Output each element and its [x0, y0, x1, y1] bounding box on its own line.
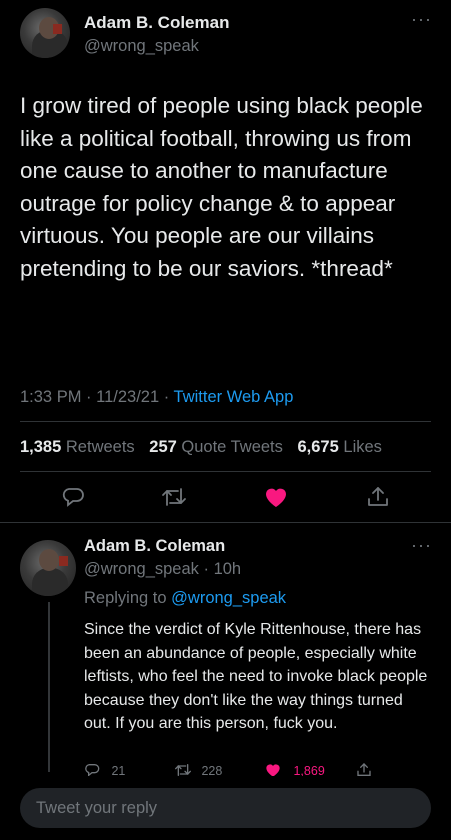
avatar-head-shape	[39, 549, 59, 571]
reply-handle-line: @wrong_speak · 10h	[84, 560, 241, 579]
thread-connector-line	[48, 602, 50, 772]
author-name[interactable]: Adam B. Coleman	[84, 13, 229, 33]
tweet-stats: 1,385 Retweets 257 Quote Tweets 6,675 Li…	[20, 438, 392, 457]
divider	[20, 421, 431, 422]
avatar-frame-shape	[59, 556, 68, 566]
tweet-meta: 1:33 PM · 11/23/21 · Twitter Web App	[20, 388, 293, 407]
tweet-date[interactable]: 11/23/21	[96, 388, 159, 406]
reply-mini-actions: 21 228 1,869	[84, 762, 404, 776]
divider	[0, 522, 451, 523]
more-options-icon[interactable]: ···	[411, 10, 432, 28]
meta-separator: ·	[86, 388, 92, 406]
reply-time-ago[interactable]: · 10h	[204, 560, 242, 578]
retweet-icon[interactable]	[161, 485, 187, 509]
divider	[20, 471, 431, 472]
likes-stat[interactable]: 6,675 Likes	[298, 438, 392, 456]
retweets-stat[interactable]: 1,385 Retweets	[20, 438, 149, 456]
share-icon[interactable]	[366, 485, 390, 509]
tweet-text: I grow tired of people using black peopl…	[20, 93, 423, 281]
tweet-time[interactable]: 1:33 PM	[20, 388, 81, 406]
tweet-reply-input[interactable]: Tweet your reply	[20, 788, 431, 828]
reply-author-name[interactable]: Adam B. Coleman	[84, 537, 225, 556]
meta-separator: ·	[163, 388, 170, 406]
reply-mini-share-icon[interactable]	[356, 762, 372, 776]
reply-action-like[interactable]: 1,869	[264, 762, 325, 776]
reply-author-handle[interactable]: @wrong_speak	[84, 560, 199, 578]
tweet-source-app[interactable]: Twitter Web App	[174, 388, 294, 406]
avatar-frame-shape	[53, 24, 62, 34]
author-handle[interactable]: @wrong_speak	[84, 37, 199, 56]
quote-tweets-count: 257	[149, 438, 177, 456]
avatar-torso-shape	[32, 568, 68, 596]
reply-retweet-count: 228	[201, 764, 223, 776]
reply-mini-reply-icon	[84, 764, 103, 776]
reply-icon[interactable]	[61, 485, 85, 509]
reply-action-retweet[interactable]: 228	[174, 762, 222, 776]
reply-author-avatar[interactable]	[20, 540, 76, 596]
reply-more-options-icon[interactable]: ···	[411, 536, 432, 554]
replying-to-handle[interactable]: @wrong_speak	[171, 589, 286, 607]
likes-label: Likes	[343, 438, 382, 456]
likes-count: 6,675	[297, 438, 339, 456]
quote-tweets-stat[interactable]: 257 Quote Tweets	[149, 438, 297, 456]
replying-to-prefix: Replying to	[84, 589, 167, 607]
reply-action-reply[interactable]: 21	[84, 762, 125, 776]
replying-to-line: Replying to @wrong_speak	[84, 589, 286, 608]
reply-mini-retweet-icon	[174, 764, 195, 776]
reply-reply-count: 21	[111, 764, 126, 776]
quote-tweets-label: Quote Tweets	[181, 438, 283, 456]
reply-mini-like-icon	[264, 764, 285, 776]
retweets-count: 1,385	[20, 438, 62, 456]
reply-like-count: 1,869	[293, 764, 325, 776]
author-avatar[interactable]	[20, 8, 70, 58]
like-icon[interactable]	[263, 485, 289, 509]
reply-text: Since the verdict of Kyle Rittenhouse, t…	[84, 621, 428, 732]
retweets-label: Retweets	[65, 438, 135, 456]
